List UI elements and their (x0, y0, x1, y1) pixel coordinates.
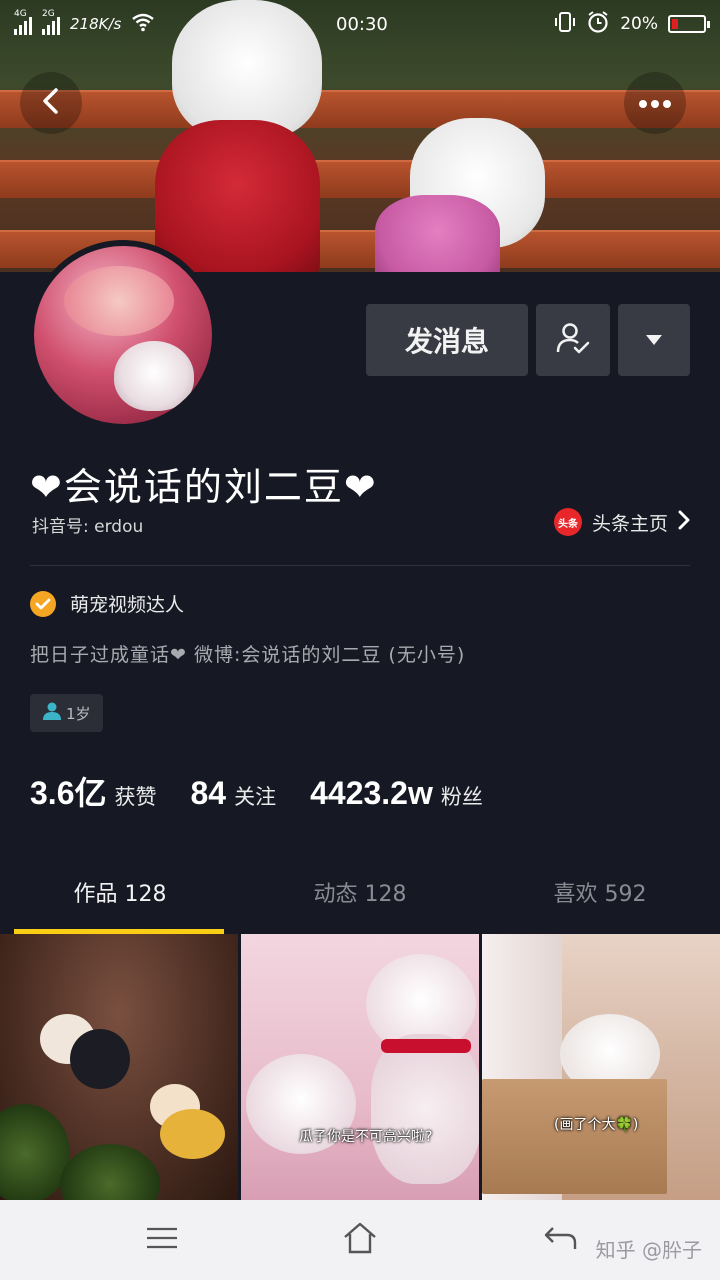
tab-works[interactable]: 作品 128 (0, 850, 240, 934)
cat-sweater (160, 1109, 225, 1159)
tab-moments[interactable]: 动态 128 (240, 850, 480, 934)
verified-label: 萌宠视频达人 (70, 594, 185, 616)
dropdown-icon (645, 331, 663, 350)
follow-user-icon (555, 320, 591, 360)
message-button[interactable]: 发消息 (366, 304, 528, 376)
bio: 把日子过成童话❤ 微博:会说话的刘二豆 (无小号) (30, 644, 466, 666)
message-button-label: 发消息 (404, 325, 489, 358)
stat-followers[interactable]: 4423.2w 粉丝 (310, 775, 483, 812)
signal-icon-2: 2G (42, 9, 60, 35)
video-grid: 瓜子你是不可高兴啦? (画了个大🍀) (0, 934, 720, 1200)
avatar-image (34, 246, 212, 424)
cat-body (371, 1034, 479, 1184)
age-tag: 1岁 (30, 694, 103, 732)
followed-button[interactable] (536, 304, 610, 376)
home-icon (343, 1222, 377, 1258)
bench-slat (0, 90, 720, 128)
content-tabs: 作品 128 动态 128 喜欢 592 (0, 850, 720, 934)
stat-following-value: 84 (190, 775, 227, 811)
watermelon (60, 1144, 160, 1200)
more-button[interactable] (624, 72, 686, 134)
cat-pink-sweater (375, 195, 500, 272)
menu-icon (146, 1227, 178, 1253)
cat-sweater (70, 1029, 130, 1089)
signal-icon: 4G (14, 9, 32, 35)
video-thumbnail[interactable] (0, 934, 238, 1200)
back-nav-icon (543, 1225, 577, 1255)
video-caption: 瓜子你是不可高兴啦? (299, 1129, 433, 1145)
nickname: ❤会说话的刘二豆❤ (30, 465, 378, 509)
cardboard-box (482, 1079, 667, 1194)
avatar-face (64, 266, 174, 336)
vibrate-icon (554, 11, 576, 38)
cat-collar (381, 1039, 471, 1053)
recommend-dropdown-button[interactable] (618, 304, 690, 376)
age-tag-label: 1岁 (66, 704, 91, 723)
alarm-icon (586, 10, 610, 39)
stat-following[interactable]: 84 关注 (191, 775, 277, 812)
stats-row: 3.6亿 获赞 84 关注 4423.2w 粉丝 (30, 768, 483, 814)
more-icon (638, 94, 672, 113)
stat-following-label: 关注 (234, 785, 277, 809)
video-caption: (画了个大🍀) (554, 1117, 639, 1133)
network-type-2: 2G (42, 9, 55, 19)
watermark: 知乎 @肸子 (595, 1238, 702, 1262)
video-thumbnail[interactable]: (画了个大🍀) (482, 934, 720, 1200)
video-thumbnail[interactable]: 瓜子你是不可高兴啦? (241, 934, 479, 1200)
back-nav-button[interactable] (540, 1220, 580, 1260)
network-type-1: 4G (14, 9, 27, 19)
divider (30, 565, 690, 566)
battery-fill (672, 19, 678, 29)
avatar-cat (114, 341, 194, 411)
toutiao-homepage-link[interactable]: 头条 头条主页 (553, 508, 690, 536)
menu-button[interactable] (142, 1220, 182, 1260)
stat-likes-label: 获赞 (114, 785, 157, 809)
stat-likes: 3.6亿 获赞 (30, 768, 157, 814)
stat-followers-value: 4423.2w (310, 775, 433, 811)
clock: 00:30 (336, 13, 388, 35)
douyin-id: 抖音号: erdou (32, 517, 144, 537)
cat-red-sweater (155, 120, 320, 272)
back-icon (40, 87, 62, 119)
toutiao-link-label: 头条主页 (591, 512, 668, 535)
wifi-icon (131, 12, 155, 37)
stat-followers-label: 粉丝 (440, 785, 483, 809)
avatar[interactable] (28, 240, 218, 430)
back-button[interactable] (20, 72, 82, 134)
toutiao-logo-icon: 头条 (553, 508, 582, 536)
battery-percent: 20% (620, 14, 658, 34)
battery-icon (668, 15, 710, 33)
status-bar: 4G 2G 218K/s 00:30 20% (0, 0, 720, 48)
home-button[interactable] (340, 1220, 380, 1260)
verified-icon (30, 590, 56, 617)
stat-likes-value: 3.6亿 (30, 775, 107, 811)
chevron-right-icon (678, 510, 690, 535)
bench-slat (0, 160, 720, 198)
person-icon (42, 701, 62, 725)
verified-row: 萌宠视频达人 (30, 590, 184, 617)
network-speed: 218K/s (70, 15, 122, 33)
tab-likes[interactable]: 喜欢 592 (480, 850, 720, 934)
